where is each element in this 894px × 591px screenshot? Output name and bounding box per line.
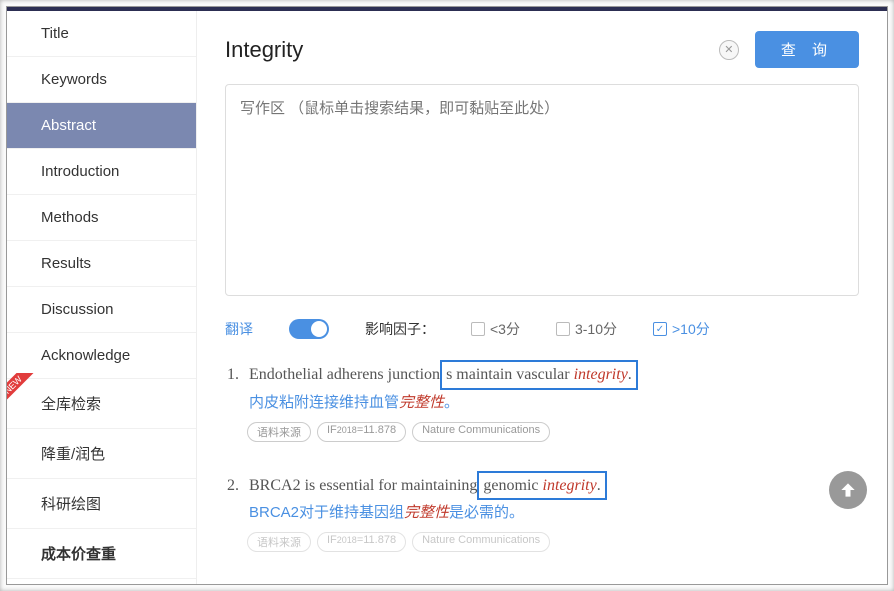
result-text: Endothelial adherens junctions maintain …: [249, 361, 638, 389]
sidebar-item-rewrite[interactable]: 降重/润色: [7, 429, 196, 479]
result-number: 2.: [225, 473, 239, 499]
sidebar-item-results[interactable]: Results: [7, 241, 196, 287]
sidebar-item-discussion[interactable]: Discussion: [7, 287, 196, 333]
query-button[interactable]: 查 询: [755, 31, 859, 68]
translate-label: 翻译: [225, 319, 253, 339]
tag-journal[interactable]: Nature Communications: [412, 532, 550, 552]
result-item[interactable]: 2. BRCA2 is essential for maintaining ge…: [225, 472, 859, 553]
impact-factor-label: 影响因子：: [365, 319, 435, 339]
sidebar-item-keywords[interactable]: Keywords: [7, 57, 196, 103]
result-number: 1.: [225, 362, 239, 388]
sidebar-item-cost-check[interactable]: 成本价查重: [7, 529, 196, 579]
result-translation: 内皮粘附连接维持血管完整性。: [249, 391, 859, 412]
main-panel: ✕ 查 询 翻译 影响因子： <3分 3-10分 ✓>10分 1. Endoth…: [197, 11, 887, 584]
translate-toggle[interactable]: [289, 319, 329, 339]
write-area[interactable]: [225, 84, 859, 296]
sidebar-item-methods[interactable]: Methods: [7, 195, 196, 241]
tag-source[interactable]: 语料来源: [247, 532, 311, 552]
sidebar-item-abstract[interactable]: Abstract: [7, 103, 196, 149]
clear-icon[interactable]: ✕: [719, 40, 739, 60]
sidebar-item-acknowledge[interactable]: Acknowledge: [7, 333, 196, 379]
sidebar-item-fulldb[interactable]: NEW 全库检索: [7, 379, 196, 429]
tag-source[interactable]: 语料来源: [247, 422, 311, 442]
arrow-up-icon: [838, 480, 858, 500]
scroll-top-button[interactable]: [829, 471, 867, 509]
tag-if[interactable]: IF2018=11.878: [317, 422, 406, 442]
tag-if[interactable]: IF2018=11.878: [317, 532, 406, 552]
result-item[interactable]: 1. Endothelial adherens junctions mainta…: [225, 361, 859, 442]
sidebar-item-introduction[interactable]: Introduction: [7, 149, 196, 195]
if-gt10-checkbox[interactable]: ✓>10分: [653, 319, 710, 339]
result-translation: BRCA2对于维持基因组完整性是必需的。: [249, 501, 859, 522]
search-input[interactable]: [225, 37, 703, 63]
new-badge: NEW: [6, 373, 41, 413]
result-text: BRCA2 is essential for maintaining genom…: [249, 472, 607, 500]
if-3to10-checkbox[interactable]: 3-10分: [556, 319, 617, 339]
sidebar-item-research-plot[interactable]: 科研绘图: [7, 479, 196, 529]
sidebar-item-title[interactable]: Title: [7, 11, 196, 57]
tag-journal[interactable]: Nature Communications: [412, 422, 550, 442]
if-lt3-checkbox[interactable]: <3分: [471, 319, 520, 339]
sidebar: Title Keywords Abstract Introduction Met…: [7, 11, 197, 584]
